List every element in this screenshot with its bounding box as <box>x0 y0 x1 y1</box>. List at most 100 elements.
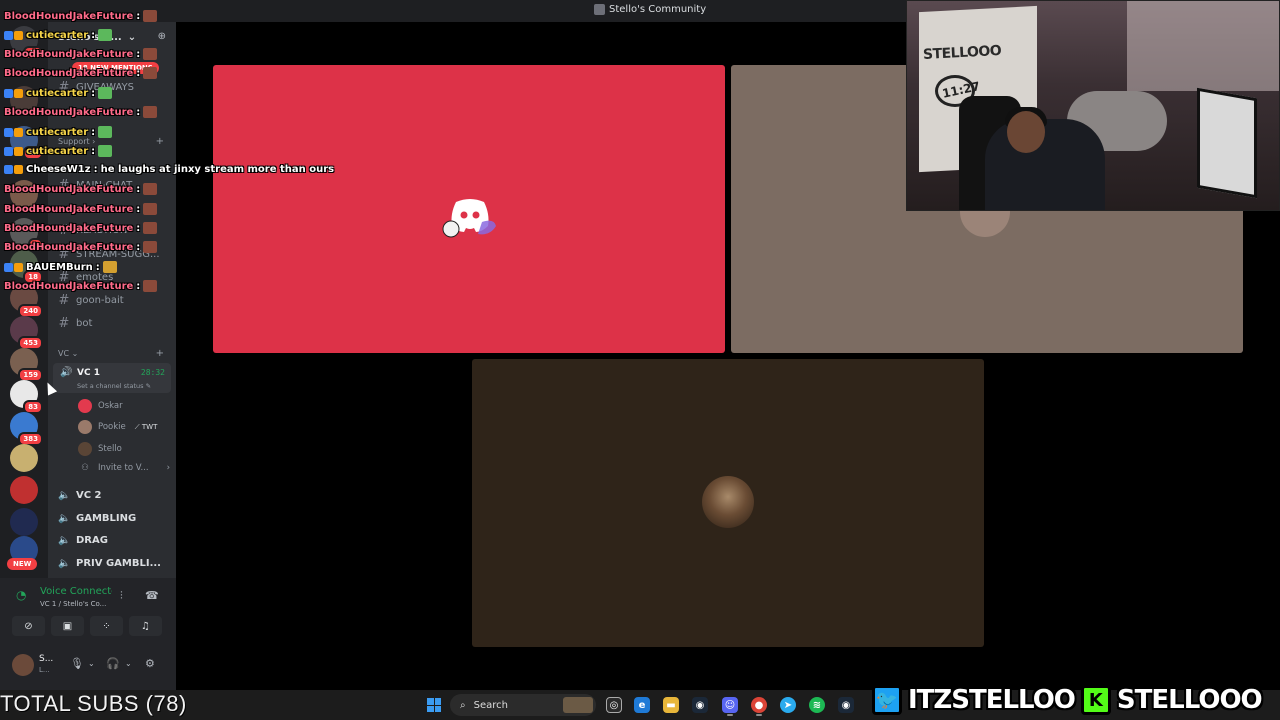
webcam-wall <box>1127 1 1279 91</box>
avatar <box>78 399 92 413</box>
activities-icon: ⁘ <box>102 620 111 632</box>
chat-line: BloodHoundJakeFuture: <box>4 10 158 22</box>
member-name: Oskar <box>98 401 123 411</box>
chat-emote <box>143 241 158 253</box>
channel-status[interactable]: Set a channel status ✎ <box>77 382 151 390</box>
telegram-icon[interactable]: ➤ <box>780 697 796 713</box>
chat-separator: : <box>136 67 141 79</box>
screen-share-button[interactable]: ▣ <box>51 616 84 636</box>
voice-channel-vc2[interactable]: 🔈 VC 2 <box>58 490 102 501</box>
add-channel-icon[interactable]: + <box>156 348 164 359</box>
chat-username: cutiecarter <box>26 87 89 99</box>
voice-channel-label: DRAG <box>76 535 108 546</box>
server-icon-9[interactable]: 159 <box>10 348 43 382</box>
file-explorer-icon[interactable]: ▬ <box>663 697 679 713</box>
voice-timer: 28:32 <box>140 368 165 377</box>
voice-channel-path[interactable]: VC 1 / Stello's Co... <box>40 600 112 608</box>
windows-logo-part <box>427 705 434 712</box>
channel-bot[interactable]: # bot <box>58 316 93 331</box>
voice-member[interactable]: Oskar <box>78 399 123 413</box>
voice-channel-drag[interactable]: 🔈 DRAG <box>58 535 108 546</box>
soundboard-icon: ♫ <box>141 620 150 632</box>
steam-icon-2[interactable]: ◉ <box>838 697 854 713</box>
chat-separator: : <box>136 280 141 292</box>
voice-channel-priv-gambling[interactable]: 🔈 PRIV GAMBLI... <box>58 558 161 569</box>
avatar <box>702 476 754 528</box>
category-vc[interactable]: VC ⌄ <box>58 349 78 358</box>
chat-line: BloodHoundJakeFuture: <box>4 106 158 118</box>
add-channel-icon[interactable]: + <box>156 136 164 147</box>
chat-separator: : <box>136 222 141 234</box>
noise-suppression-icon[interactable]: ⫶ <box>120 589 123 603</box>
voice-channel-label: VC 2 <box>76 490 102 501</box>
server-icon-8[interactable]: 453 <box>10 316 43 350</box>
avatar <box>78 420 92 434</box>
chat-username: BloodHoundJakeFuture <box>4 67 134 79</box>
chevron-down-icon[interactable]: ⌄ <box>88 659 95 668</box>
chat-emote <box>143 48 158 60</box>
chat-username: BloodHoundJakeFuture <box>4 10 134 22</box>
discord-icon[interactable]: ☺ <box>722 697 738 713</box>
microphone-icon[interactable]: 🎙 <box>70 657 84 670</box>
chevron-down-icon: ⌄ <box>127 32 137 43</box>
chat-separator: : <box>136 10 141 22</box>
add-member-icon[interactable]: ⊕ <box>158 31 166 42</box>
chat-separator: : <box>136 183 141 195</box>
chat-username: BAUEMBurn <box>26 261 93 273</box>
chat-badge-icon <box>14 127 23 137</box>
chat-username: BloodHoundJakeFuture <box>4 280 134 292</box>
screen-share-icon: ▣ <box>62 620 73 632</box>
voice-channel-vc1[interactable]: 🔊 VC 1 28:32 Set a channel status ✎ <box>53 363 171 393</box>
edge-icon[interactable]: e <box>634 697 650 713</box>
live-tag: ⟋ TWT <box>131 422 161 432</box>
webcam-person <box>985 119 1105 210</box>
avatar[interactable] <box>12 654 34 676</box>
voice-member[interactable]: Stello <box>78 442 122 456</box>
chat-badges <box>4 30 23 40</box>
chevron-down-icon[interactable]: ⌄ <box>125 659 132 668</box>
chat-separator: : <box>136 203 141 215</box>
server-icon-12[interactable] <box>10 444 38 472</box>
camera-off-button[interactable]: ⊘ <box>12 616 45 636</box>
voice-channel-gambling[interactable]: 🔈 GAMBLING <box>58 513 136 524</box>
channel-status-text: Set a channel status <box>77 382 144 390</box>
invite-to-voice[interactable]: ⚇ Invite to V... › <box>78 463 170 473</box>
twitter-handle: ITZSTELLOO <box>908 685 1076 715</box>
steam-icon[interactable]: ◉ <box>692 697 708 713</box>
server-icon-11[interactable]: 383 <box>10 412 43 446</box>
speaker-icon: 🔈 <box>58 513 71 524</box>
avatar <box>78 442 92 456</box>
voice-connected-panel: ◔ Voice Connected VC 1 / Stello's Co... … <box>0 578 176 690</box>
chat-line: cutiecarter: <box>4 29 113 41</box>
activities-button[interactable]: ⁘ <box>90 616 123 636</box>
server-icon-13[interactable] <box>10 476 38 504</box>
windows-logo-part <box>427 698 434 705</box>
voice-member[interactable]: Pookie ⟋ TWT <box>78 420 161 434</box>
chat-username: BloodHoundJakeFuture <box>4 183 134 195</box>
copilot-icon[interactable]: ◎ <box>606 697 622 713</box>
voice-channel-label: PRIV GAMBLI... <box>76 558 161 569</box>
start-button[interactable] <box>427 698 441 712</box>
voice-status[interactable]: Voice Connected <box>40 586 112 597</box>
server-icon-14[interactable] <box>10 508 38 536</box>
chrome-icon[interactable]: ● <box>751 697 767 713</box>
chat-badge-icon <box>4 127 13 137</box>
voice-channel-label: VC 1 <box>77 368 100 378</box>
spotify-icon[interactable]: ≋ <box>809 697 825 713</box>
user-name[interactable]: S... <box>39 654 53 664</box>
headphones-icon[interactable]: 🎧 <box>106 657 120 670</box>
chat-username: BloodHoundJakeFuture <box>4 222 134 234</box>
chat-separator: : <box>136 106 141 118</box>
chat-separator: : <box>136 241 141 253</box>
chat-username: cutiecarter <box>26 145 89 157</box>
chat-line: BloodHoundJakeFuture: <box>4 67 158 79</box>
chat-badge-icon <box>4 146 13 156</box>
chat-emote <box>143 10 158 22</box>
signal-icon[interactable]: ◔ <box>16 588 26 602</box>
soundboard-button[interactable]: ♫ <box>129 616 162 636</box>
channel-goon-bait[interactable]: # goon-bait <box>58 293 124 308</box>
server-icon-10[interactable]: 83 <box>10 380 43 414</box>
gear-icon[interactable]: ⚙ <box>145 657 155 670</box>
disconnect-icon[interactable]: ☎ <box>145 589 159 602</box>
chat-emote <box>102 261 117 273</box>
